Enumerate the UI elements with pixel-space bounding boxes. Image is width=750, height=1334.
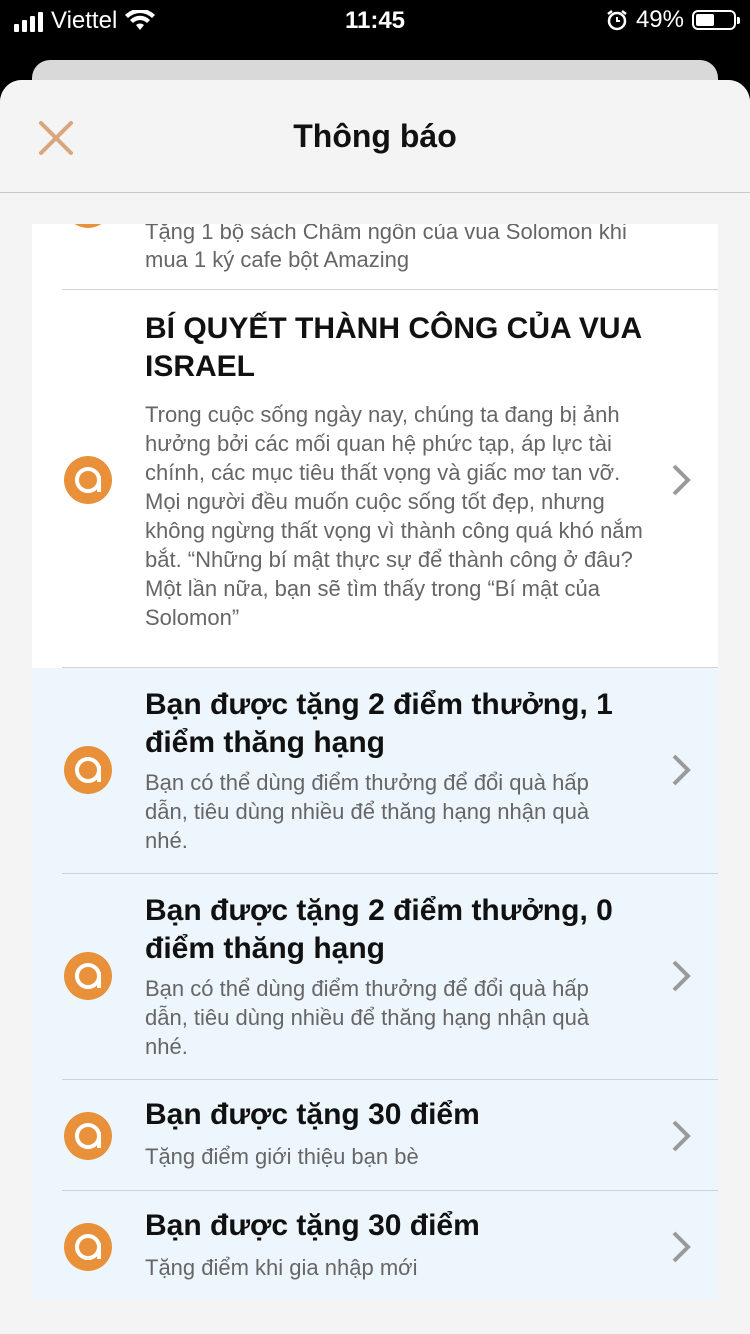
notification-desc: Bạn có thể dùng điểm thưởng để đổi quà h… bbox=[145, 770, 590, 853]
notification-desc: Tặng điểm giới thiệu bạn bè bbox=[145, 1144, 419, 1169]
page-title: Thông báo bbox=[293, 118, 457, 154]
notification-title: BÍ QUYẾT THÀNH CÔNG CỦA VUA ISRAEL bbox=[145, 312, 642, 383]
notification-title: Bạn được tặng 2 điểm thưởng, 1 điểm thăn… bbox=[145, 688, 613, 759]
notification-item[interactable]: Tặng 1 bộ sách Châm ngôn của vua Solomon… bbox=[32, 224, 718, 290]
chevron-right-icon bbox=[672, 754, 691, 786]
notification-item[interactable]: Bạn được tặng 2 điểm thưởng, 0 điểm thăn… bbox=[32, 874, 718, 1080]
notification-item[interactable]: Bạn được tặng 30 điểm Tặng điểm khi gia … bbox=[32, 1191, 718, 1300]
app-logo-icon bbox=[64, 1112, 112, 1160]
app-logo-icon bbox=[64, 746, 112, 794]
app-logo-icon bbox=[64, 1223, 112, 1271]
notification-title: Bạn được tặng 2 điểm thưởng, 0 điểm thăn… bbox=[145, 894, 613, 965]
status-right: 49% bbox=[606, 6, 740, 34]
battery-icon bbox=[692, 10, 740, 30]
notification-desc: Trong cuộc sống ngày nay, chúng ta đang … bbox=[145, 402, 643, 630]
app-logo-icon bbox=[64, 456, 112, 504]
battery-percent: 49% bbox=[635, 6, 684, 33]
notification-item[interactable]: Bạn được tặng 2 điểm thưởng, 1 điểm thăn… bbox=[32, 668, 718, 874]
notification-desc: Tặng điểm khi gia nhập mới bbox=[145, 1255, 418, 1280]
notification-sheet: Thông báo Tặng 1 bộ sách Châm ngôn của v… bbox=[0, 80, 750, 1334]
notification-desc: Tặng 1 bộ sách Châm ngôn của vua Solomon… bbox=[145, 224, 627, 272]
chevron-right-icon bbox=[672, 1120, 691, 1152]
chevron-right-icon bbox=[672, 960, 691, 992]
chevron-right-icon bbox=[672, 1231, 691, 1263]
notification-list[interactable]: Tặng 1 bộ sách Châm ngôn của vua Solomon… bbox=[32, 224, 718, 1300]
notification-title: Bạn được tặng 30 điểm bbox=[145, 1098, 480, 1131]
app-logo-icon bbox=[64, 952, 112, 1000]
notification-item[interactable]: BÍ QUYẾT THÀNH CÔNG CỦA VUA ISRAEL Trong… bbox=[32, 290, 718, 668]
sheet-header: Thông báo bbox=[0, 80, 750, 193]
alarm-icon bbox=[607, 10, 627, 31]
status-bar: Viettel 11:45 49% bbox=[0, 0, 750, 42]
chevron-right-icon bbox=[672, 464, 691, 496]
notification-title: Bạn được tặng 30 điểm bbox=[145, 1209, 480, 1242]
notification-item[interactable]: Bạn được tặng 30 điểm Tặng điểm giới thi… bbox=[32, 1080, 718, 1191]
app-logo-icon bbox=[64, 224, 112, 228]
notification-desc: Bạn có thể dùng điểm thưởng để đổi quà h… bbox=[145, 976, 590, 1059]
